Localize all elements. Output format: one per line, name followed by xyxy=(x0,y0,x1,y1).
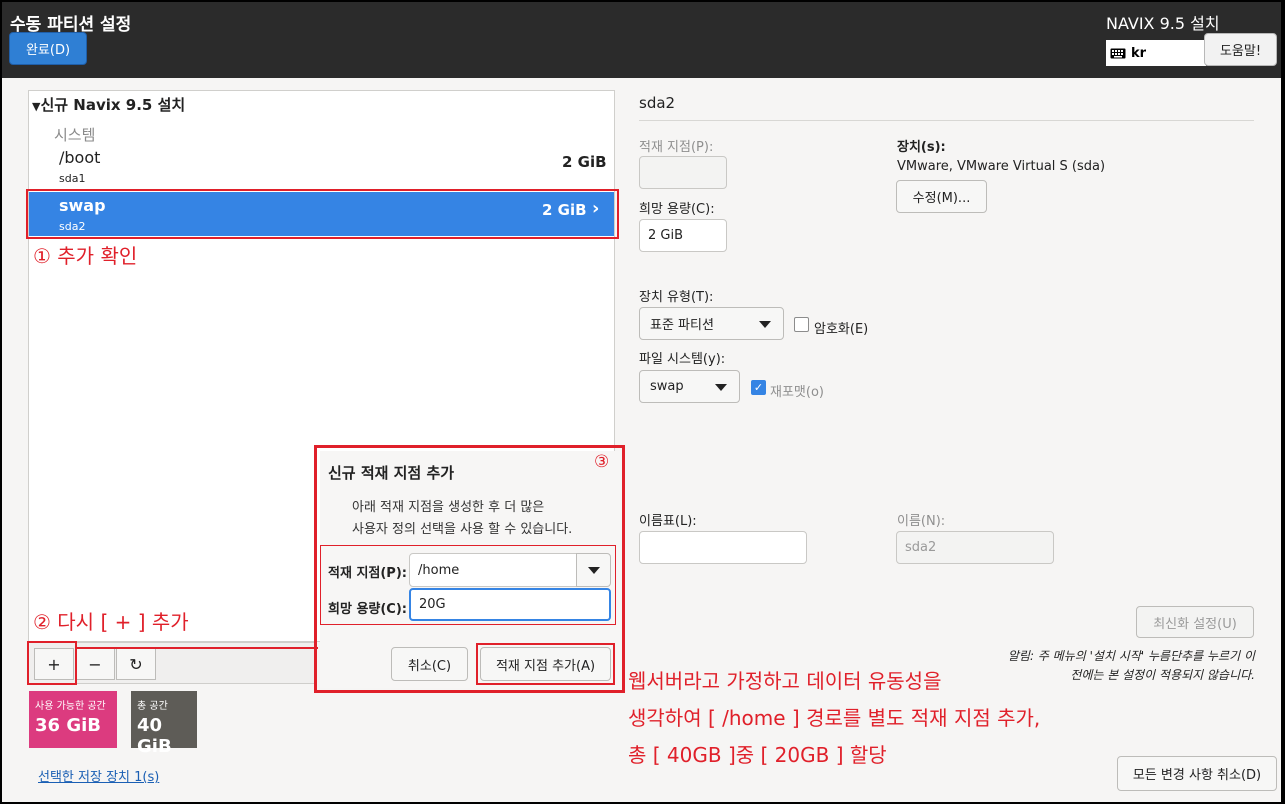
desired-capacity-field[interactable]: 2 GiB xyxy=(639,219,727,252)
annotation-box-swap xyxy=(26,189,619,239)
total-space-label: 총 공간 xyxy=(137,701,168,712)
keyboard-layout-indicator[interactable]: kr xyxy=(1106,40,1206,66)
total-space-box: 총 공간 40 GiB xyxy=(131,691,197,757)
filesystem-select[interactable]: swap xyxy=(639,370,740,403)
partition-mount: /boot xyxy=(59,148,101,167)
label-field[interactable] xyxy=(639,531,807,564)
remove-mount-point-button[interactable]: − xyxy=(75,648,115,680)
device-label: 장치(s): xyxy=(897,140,946,155)
device-type-select[interactable]: 표준 파티션 xyxy=(639,307,784,340)
annotation-box-add-mount xyxy=(476,643,615,685)
header-bar xyxy=(2,2,1281,78)
update-settings-button[interactable]: 최신화 설정(U) xyxy=(1136,606,1254,638)
device-value: VMware, VMware Virtual S (sda) xyxy=(897,159,1106,174)
help-button[interactable]: 도움말! xyxy=(1204,33,1277,66)
total-space-value: 40 GiB xyxy=(137,715,172,757)
dropdown-arrow-icon xyxy=(759,320,771,328)
reset-all-button[interactable]: 모든 변경 사항 취소(D) xyxy=(1117,756,1277,791)
desired-capacity-label: 희망 용량(C): xyxy=(639,202,715,217)
product-title: NAVIX 9.5 설치 xyxy=(1106,14,1220,33)
reformat-label: 재포맷(o) xyxy=(770,385,824,400)
annotation-explanation: 웹서버라고 가정하고 데이터 유동성을 생각하여 [ /home ] 경로를 별… xyxy=(628,669,1041,767)
mount-point-field[interactable] xyxy=(639,156,727,189)
name-field-label: 이름(N): xyxy=(897,514,946,529)
partition-device: sda1 xyxy=(59,172,86,185)
annotation-step-3: ③ xyxy=(594,452,610,472)
system-group-label: 시스템 xyxy=(54,126,96,144)
annotation-connector-line xyxy=(75,647,318,649)
divider xyxy=(639,120,1254,121)
partition-row-boot[interactable] xyxy=(29,146,614,190)
name-field[interactable]: sda2 xyxy=(896,531,1054,564)
selected-partition-name: sda2 xyxy=(639,94,676,112)
modify-button[interactable]: 수정(M)... xyxy=(896,180,987,213)
done-button[interactable]: 완료(D) xyxy=(9,32,87,65)
selected-devices-link[interactable]: 선택한 저장 장치 1(s) xyxy=(38,766,159,785)
annotation-box-fields xyxy=(320,545,616,625)
keyboard-icon xyxy=(1110,48,1126,58)
device-type-label: 장치 유형(T): xyxy=(639,290,714,305)
label-field-label: 이름표(L): xyxy=(639,514,697,529)
reformat-checkbox[interactable]: ✓ xyxy=(751,380,766,395)
available-space-box: 사용 가능한 공간 36 GiB xyxy=(29,691,117,748)
available-space-value: 36 GiB xyxy=(35,715,101,736)
mount-point-label: 적재 지점(P): xyxy=(639,140,714,155)
annotation-step-2: ② 다시 [ + ] 추가 xyxy=(33,610,189,634)
refresh-icon[interactable]: ↻ xyxy=(116,648,156,680)
partition-size: 2 GiB xyxy=(562,153,607,171)
annotation-step-1: ① 추가 확인 xyxy=(33,244,138,268)
encrypt-checkbox[interactable] xyxy=(794,317,809,332)
dropdown-arrow-icon xyxy=(715,383,727,391)
available-space-label: 사용 가능한 공간 xyxy=(35,701,106,712)
install-group-header[interactable]: ▼신규 Navix 9.5 설치 xyxy=(32,94,185,115)
encrypt-label: 암호화(E) xyxy=(814,322,869,337)
filesystem-label: 파일 시스템(y): xyxy=(639,352,726,367)
annotation-box-add-button xyxy=(27,641,77,685)
keyboard-layout-label: kr xyxy=(1131,45,1147,61)
